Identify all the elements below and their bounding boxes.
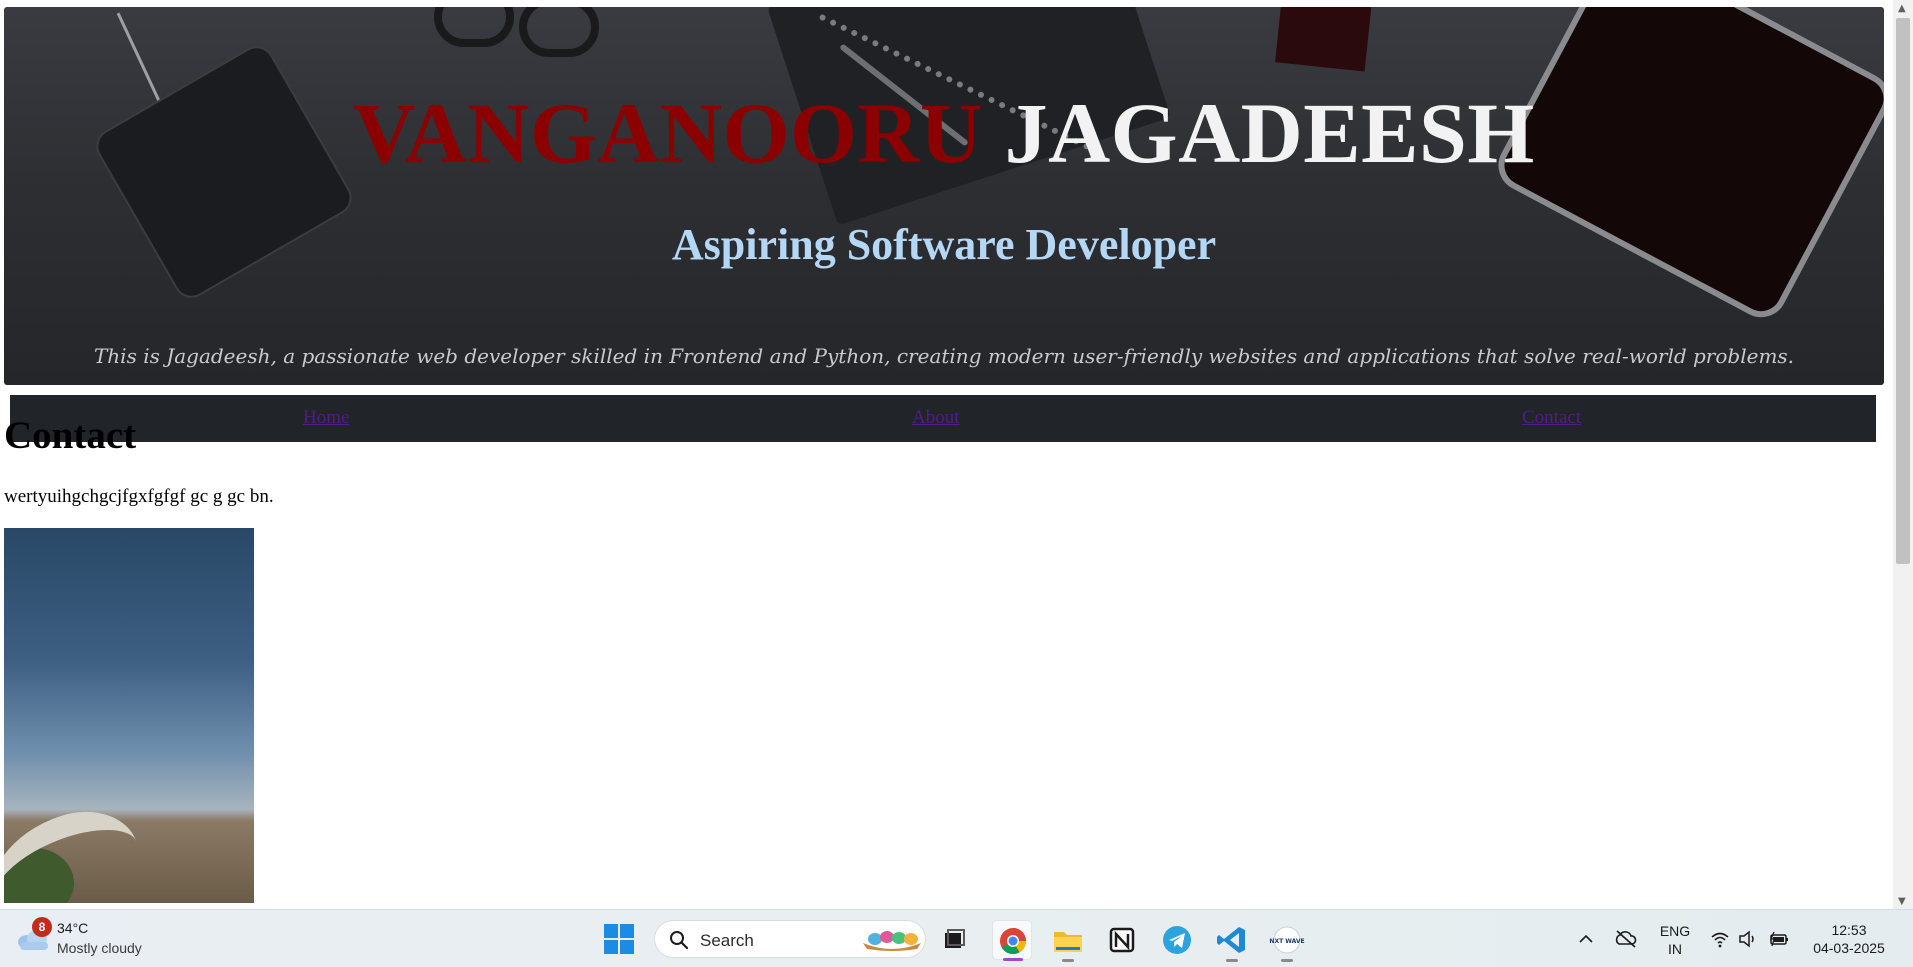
search-icon <box>670 931 689 950</box>
hero-description: This is Jagadeesh, a passionate web deve… <box>93 344 1795 368</box>
taskbar-app-notion[interactable] <box>1102 920 1142 960</box>
section-text: wertyuihgchgcjfgxfgfgf gc g gc bn. <box>4 486 274 507</box>
scroll-up-arrow-icon[interactable]: ▲ <box>1898 3 1906 14</box>
windows-logo-icon <box>604 924 618 938</box>
wifi-icon[interactable] <box>1710 930 1730 948</box>
search-placeholder: Search <box>700 931 754 950</box>
hero-background-decoration <box>519 7 599 57</box>
taskbar-app-nxtwave[interactable]: NXT WAVE <box>1267 920 1307 962</box>
hero-background-decoration <box>434 7 514 47</box>
nxtwave-icon-label: NXT WAVE <box>1269 938 1304 945</box>
taskbar-app-file-explorer[interactable] <box>1048 920 1088 962</box>
nav-link-home[interactable]: Home <box>303 405 349 431</box>
start-button[interactable] <box>604 924 634 954</box>
clock-time: 12:53 <box>1831 922 1867 938</box>
hero-subtitle: Aspiring Software Developer <box>671 220 1217 269</box>
weather-temperature: 34°C <box>57 920 89 936</box>
chevron-up-icon[interactable] <box>1577 930 1595 948</box>
vertical-scrollbar[interactable]: ▲ ▼ <box>1893 0 1913 909</box>
nxtwave-icon: NXT WAVE <box>1269 926 1305 954</box>
scroll-down-arrow-icon[interactable]: ▼ <box>1898 896 1906 907</box>
navbar: Home About Contact <box>10 395 1876 442</box>
taskbar-search-box[interactable]: Search <box>654 920 926 958</box>
taskbar-app-task-view[interactable] <box>934 920 974 960</box>
notion-icon <box>1109 927 1135 953</box>
weather-widget[interactable]: 8 34°C Mostly cloudy <box>0 910 160 967</box>
clock-date: 04-03-2025 <box>1813 940 1885 956</box>
folder-icon <box>1054 932 1082 952</box>
vscode-icon <box>1217 927 1245 953</box>
volume-icon[interactable] <box>1738 930 1758 948</box>
language-code: ENG <box>1659 923 1691 939</box>
onedrive-offline-icon[interactable] <box>1614 928 1638 950</box>
taskbar-app-chrome[interactable] <box>992 920 1032 961</box>
weather-badge: 8 <box>32 917 52 937</box>
hero-name: VANGANOORU JAGADEESH <box>4 83 1884 183</box>
clock[interactable]: 12:53 04-03-2025 <box>1808 921 1890 957</box>
landscape-road <box>4 796 159 903</box>
telegram-icon <box>1163 926 1191 954</box>
task-view-icon <box>945 929 965 948</box>
chrome-icon <box>1000 928 1027 955</box>
search-highlight-icon <box>863 931 921 951</box>
scrollbar-thumb[interactable] <box>1896 18 1910 564</box>
taskbar-app-telegram[interactable] <box>1157 920 1197 960</box>
nav-link-about[interactable]: About <box>912 405 960 431</box>
browser-viewport: VANGANOORU JAGADEESH Aspiring Software D… <box>0 0 1893 909</box>
windows-taskbar: 8 34°C Mostly cloudy Search NXT WAVE ENG… <box>0 909 1913 967</box>
taskbar-app-vscode[interactable] <box>1212 920 1252 962</box>
hero-background-decoration <box>1275 7 1373 72</box>
landscape-image <box>4 528 254 903</box>
hero-last-name: JAGADEESH <box>1004 85 1535 181</box>
active-indicator <box>1003 958 1023 961</box>
hero-first-name: VANGANOORU <box>353 85 983 181</box>
battery-charging-icon[interactable] <box>1768 930 1790 948</box>
hero-banner: VANGANOORU JAGADEESH Aspiring Software D… <box>4 7 1884 385</box>
nav-link-contact[interactable]: Contact <box>1522 405 1581 431</box>
weather-condition: Mostly cloudy <box>57 940 142 956</box>
language-indicator[interactable]: ENG IN <box>1657 922 1693 958</box>
section-title: Contact <box>4 414 137 457</box>
region-code: IN <box>1668 941 1682 957</box>
